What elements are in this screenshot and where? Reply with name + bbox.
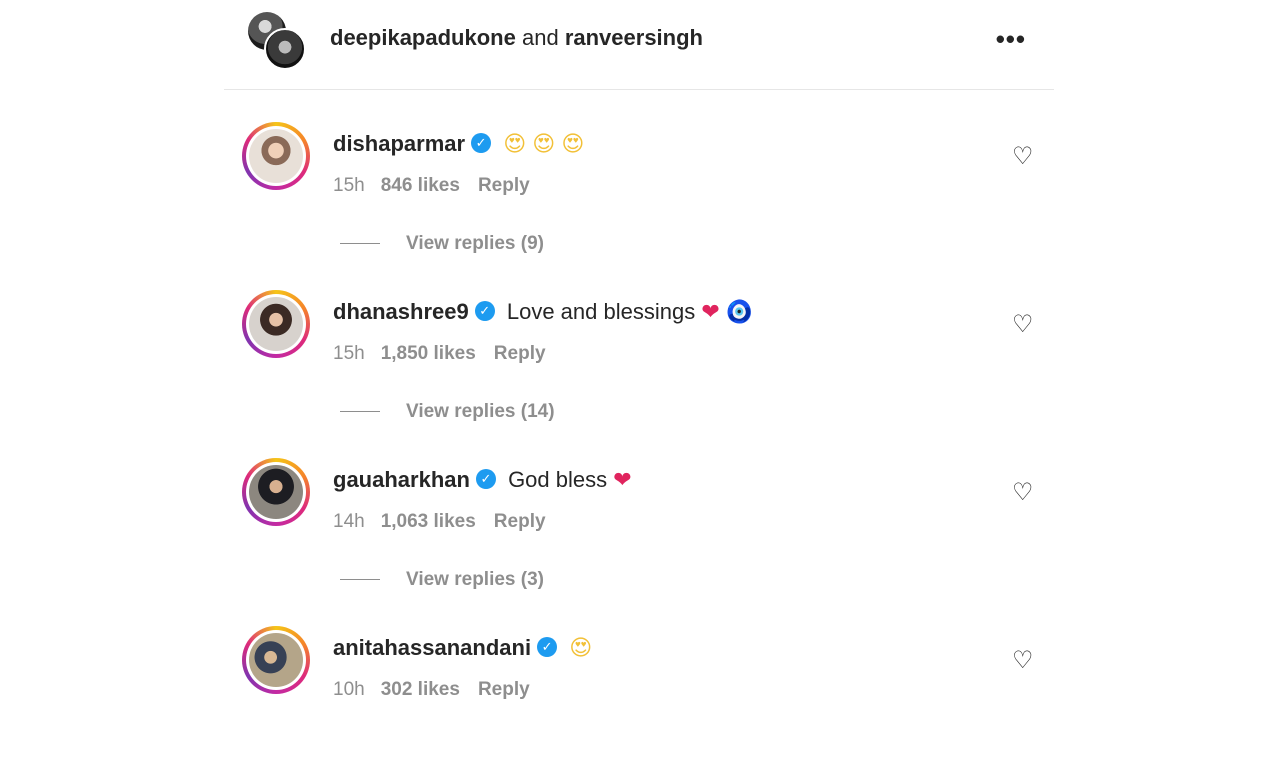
view-replies-label: View replies (14) bbox=[406, 401, 555, 422]
view-replies-button[interactable]: View replies (9) bbox=[340, 232, 544, 256]
comment-time: 15h bbox=[333, 175, 365, 196]
reply-button[interactable]: Reply bbox=[478, 679, 530, 700]
comment-meta: 10h 302 likes Reply bbox=[333, 678, 530, 702]
comment-meta: 15h 846 likes Reply bbox=[333, 174, 530, 198]
like-comment-button[interactable]: ♡ bbox=[1012, 144, 1034, 168]
author-username[interactable]: deepikapadukone bbox=[330, 25, 516, 50]
avatar[interactable] bbox=[249, 297, 303, 351]
post-authors: deepikapadukone and ranveersingh bbox=[330, 25, 703, 51]
heart-eyes-emoji-icon: 😍 bbox=[503, 132, 527, 157]
like-comment-button[interactable]: ♡ bbox=[1012, 312, 1034, 336]
heart-outline-icon: ♡ bbox=[1012, 142, 1034, 170]
red-heart-emoji-icon: ❤ bbox=[701, 300, 720, 325]
verified-badge-icon: ✓ bbox=[537, 637, 558, 658]
view-replies-label: View replies (9) bbox=[406, 233, 544, 254]
replies-divider bbox=[340, 411, 380, 413]
reply-button[interactable]: Reply bbox=[494, 511, 546, 532]
heart-eyes-emoji-icon: 😍 bbox=[561, 132, 585, 157]
comment-username[interactable]: dhanashree9 bbox=[333, 299, 469, 324]
avatar[interactable] bbox=[249, 633, 303, 687]
comment-body: dhanashree9 ✓ Love and blessings ❤ 🧿 bbox=[333, 294, 753, 331]
comment-likes[interactable]: 1,850 likes bbox=[381, 343, 476, 364]
heart-outline-icon: ♡ bbox=[1012, 478, 1034, 506]
heart-outline-icon: ♡ bbox=[1012, 310, 1034, 338]
story-ring[interactable] bbox=[242, 626, 310, 694]
replies-divider bbox=[340, 579, 380, 581]
story-ring[interactable] bbox=[242, 290, 310, 358]
author-joiner: and bbox=[521, 25, 559, 50]
heart-eyes-emoji-icon: 😍 bbox=[532, 132, 556, 157]
collab-avatars[interactable] bbox=[248, 12, 308, 70]
more-options-button[interactable]: ••• bbox=[996, 26, 1026, 52]
verified-badge-icon: ✓ bbox=[475, 469, 496, 490]
comment-time: 14h bbox=[333, 511, 365, 532]
comment-time: 10h bbox=[333, 679, 365, 700]
like-comment-button[interactable]: ♡ bbox=[1012, 648, 1034, 672]
comment-item: dhanashree9 ✓ Love and blessings ❤ 🧿 15h 1… bbox=[242, 290, 1042, 430]
comment-text: God bless bbox=[508, 467, 608, 492]
comment-time: 15h bbox=[333, 343, 365, 364]
replies-divider bbox=[340, 243, 380, 245]
comment-body: dishaparmar ✓ 😍 😍 😍 bbox=[333, 126, 584, 163]
heart-outline-icon: ♡ bbox=[1012, 646, 1034, 674]
comment-text: Love and blessings bbox=[506, 299, 696, 324]
nazar-amulet-emoji-icon: 🧿 bbox=[725, 300, 754, 325]
story-ring[interactable] bbox=[242, 458, 310, 526]
like-comment-button[interactable]: ♡ bbox=[1012, 480, 1034, 504]
verified-badge-icon: ✓ bbox=[471, 133, 492, 154]
more-horizontal-icon: ••• bbox=[995, 24, 1026, 54]
comment-item: anitahassanandani ✓ 😍 10h 302 likes Reply ♡ bbox=[242, 626, 1042, 766]
comment-meta: 14h 1,063 likes Reply bbox=[333, 510, 546, 534]
story-ring[interactable] bbox=[242, 122, 310, 190]
comment-likes[interactable]: 846 likes bbox=[381, 175, 460, 196]
comment-likes[interactable]: 302 likes bbox=[381, 679, 460, 700]
red-heart-emoji-icon: ❤ bbox=[613, 468, 632, 493]
comment-username[interactable]: dishaparmar bbox=[333, 131, 465, 156]
comment-body: gauaharkhan ✓ God bless ❤ bbox=[333, 462, 632, 499]
comment-body: anitahassanandani ✓ 😍 bbox=[333, 630, 592, 667]
avatar[interactable] bbox=[264, 28, 306, 70]
comment-username[interactable]: anitahassanandani bbox=[333, 635, 531, 660]
author-username[interactable]: ranveersingh bbox=[565, 25, 703, 50]
avatar[interactable] bbox=[249, 465, 303, 519]
comment-likes[interactable]: 1,063 likes bbox=[381, 511, 476, 532]
comment-meta: 15h 1,850 likes Reply bbox=[333, 342, 546, 366]
view-replies-button[interactable]: View replies (14) bbox=[340, 400, 555, 424]
reply-button[interactable]: Reply bbox=[494, 343, 546, 364]
comment-item: gauaharkhan ✓ God bless ❤ 14h 1,063 likes R… bbox=[242, 458, 1042, 598]
post-header: deepikapadukone and ranveersingh ••• bbox=[224, 0, 1054, 90]
avatar[interactable] bbox=[249, 129, 303, 183]
view-replies-button[interactable]: View replies (3) bbox=[340, 568, 544, 592]
view-replies-label: View replies (3) bbox=[406, 569, 544, 590]
verified-badge-icon: ✓ bbox=[474, 301, 495, 322]
reply-button[interactable]: Reply bbox=[478, 175, 530, 196]
comment-item: dishaparmar ✓ 😍 😍 😍 15h 846 likes Reply ♡ V… bbox=[242, 122, 1042, 262]
heart-eyes-emoji-icon: 😍 bbox=[569, 636, 593, 661]
comment-username[interactable]: gauaharkhan bbox=[333, 467, 470, 492]
